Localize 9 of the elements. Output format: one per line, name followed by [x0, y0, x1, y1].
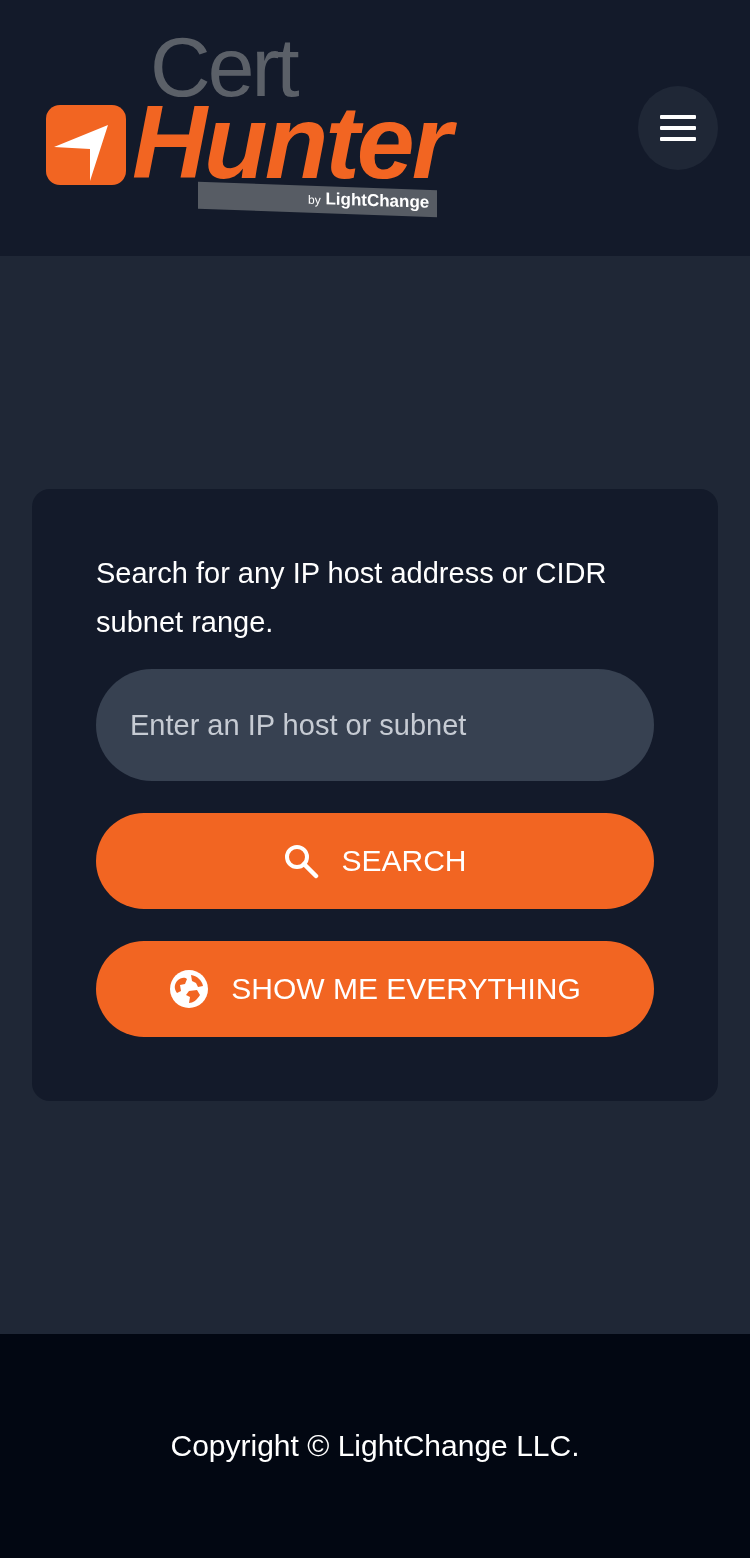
logo-byline: by LightChange [198, 181, 438, 218]
ip-input-field[interactable]: Enter an IP host or subnet [96, 669, 654, 781]
globe-icon [169, 969, 210, 1009]
search-button[interactable]: SEARCH [96, 813, 654, 909]
menu-icon [660, 115, 696, 141]
show-everything-button[interactable]: SHOW ME EVERYTHING [96, 941, 654, 1037]
copyright-text: Copyright © LightChange LLC. [170, 1429, 580, 1463]
search-icon [283, 843, 320, 879]
search-prompt: Search for any IP host address or CIDR subnet range. [96, 556, 608, 640]
